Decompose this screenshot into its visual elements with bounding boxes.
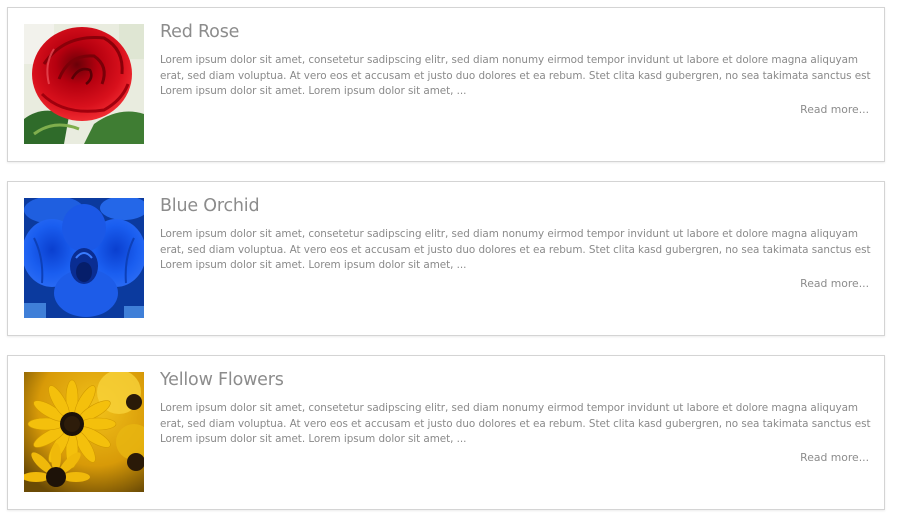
article-card-yellow-flowers: Yellow Flowers Lorem ipsum dolor sit ame… <box>7 355 885 510</box>
read-more-link[interactable]: Read more... <box>800 451 869 464</box>
red-rose-image[interactable] <box>24 24 144 144</box>
article-title[interactable]: Blue Orchid <box>160 196 260 216</box>
article-excerpt: Lorem ipsum dolor sit amet, consetetur s… <box>160 228 871 271</box>
yellow-flowers-photo <box>24 372 144 492</box>
read-more-link[interactable]: Read more... <box>800 103 869 116</box>
yellow-flowers-image[interactable] <box>24 372 144 492</box>
article-title[interactable]: Yellow Flowers <box>160 370 284 390</box>
article-card-blue-orchid: Blue Orchid Lorem ipsum dolor sit amet, … <box>7 181 885 336</box>
blue-orchid-image[interactable] <box>24 198 144 318</box>
blue-orchid-photo <box>24 198 144 318</box>
article-excerpt: Lorem ipsum dolor sit amet, consetetur s… <box>160 54 871 97</box>
article-excerpt: Lorem ipsum dolor sit amet, consetetur s… <box>160 402 871 445</box>
article-card-red-rose: Red Rose Lorem ipsum dolor sit amet, con… <box>7 7 885 162</box>
article-title[interactable]: Red Rose <box>160 22 239 42</box>
read-more-link[interactable]: Read more... <box>800 277 869 290</box>
red-rose-photo <box>24 24 144 144</box>
